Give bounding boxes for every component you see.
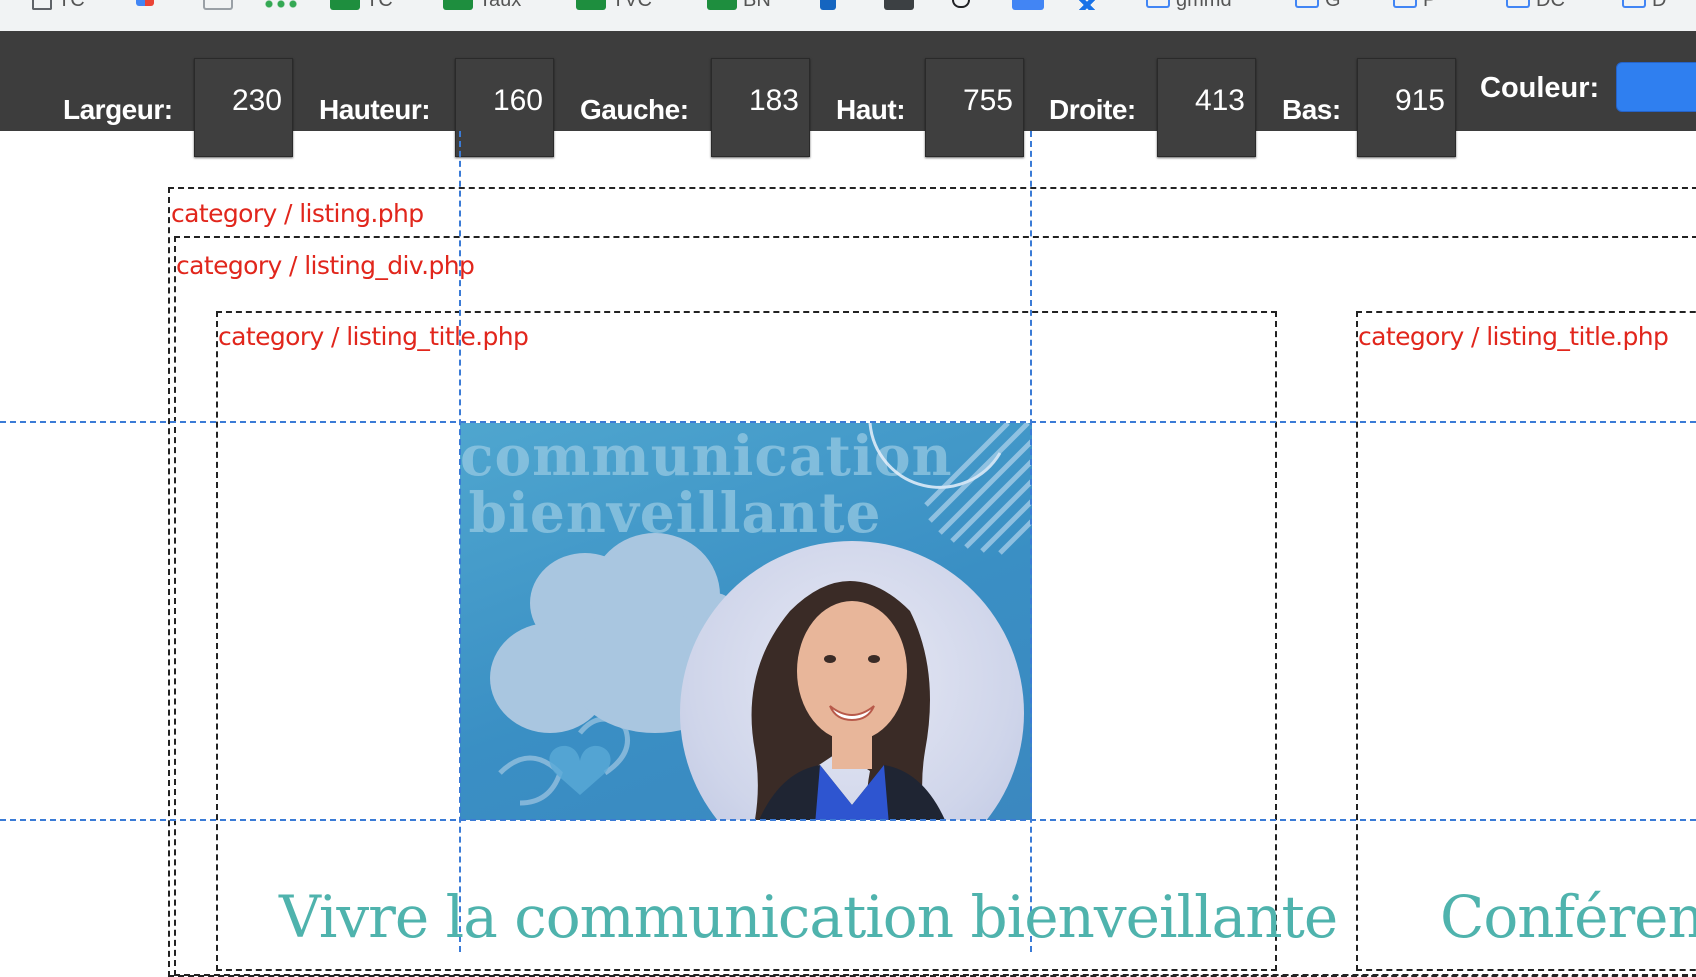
- guide-line-bottom: [0, 819, 1696, 821]
- bookmark-item[interactable]: [952, 0, 970, 10]
- guide-line-left: [459, 131, 461, 952]
- guide-line-top: [0, 421, 1696, 423]
- measure-toolbar: Largeur: 230 Hauteur: 160 Gauche: 183 Ha…: [0, 31, 1696, 157]
- heart-decoration: [549, 745, 611, 795]
- bookmark-item[interactable]: [265, 0, 297, 10]
- bookmark-label: G: [1325, 0, 1341, 10]
- featured-image[interactable]: communication bienveillante: [460, 423, 1032, 820]
- bookmark-label: TC: [366, 0, 393, 10]
- bookmark-item[interactable]: gmmd: [1146, 0, 1232, 10]
- bookmark-label: D: [1652, 0, 1666, 10]
- bookmarks-bar: TC TC Taux TVC BN gmmd: [0, 0, 1696, 32]
- left-label: Gauche:: [580, 94, 689, 125]
- bookmark-item[interactable]: [1012, 0, 1044, 10]
- bookmark-label: P: [1423, 0, 1436, 10]
- chart-icon: [136, 0, 154, 6]
- listing-debug-label: category / listing.php: [171, 199, 424, 228]
- folder-icon: [1393, 0, 1417, 8]
- top-label: Haut:: [836, 94, 906, 125]
- guide-line-right: [1030, 131, 1032, 952]
- bottom-field[interactable]: 915: [1357, 58, 1456, 157]
- sheets-icon: [330, 0, 360, 10]
- bookmark-label: TVC: [612, 0, 652, 10]
- folder-icon: [1622, 0, 1646, 8]
- bookmark-label: Taux: [479, 0, 521, 10]
- bookmark-item[interactable]: G: [1295, 0, 1341, 10]
- folder-icon: [1295, 0, 1319, 8]
- bookmark-page-icon: [32, 0, 52, 10]
- app-dark-icon: [884, 0, 914, 10]
- width-field[interactable]: 230: [194, 58, 293, 157]
- outlook-icon: [820, 0, 836, 10]
- bookmark-item[interactable]: P: [1393, 0, 1436, 10]
- right-field[interactable]: 413: [1157, 58, 1256, 157]
- network-icon: [265, 0, 297, 10]
- listing-title-outline-2: [1356, 311, 1696, 971]
- left-field[interactable]: 183: [711, 58, 810, 157]
- bookmark-item[interactable]: [884, 0, 914, 10]
- width-label: Largeur:: [63, 94, 173, 125]
- app-icon: [203, 0, 233, 10]
- bookmark-item[interactable]: TC: [330, 0, 393, 10]
- listing-title-1[interactable]: Vivre la communication bienveillante: [279, 882, 1338, 952]
- top-field[interactable]: 755: [925, 58, 1024, 157]
- bookmark-item[interactable]: BN: [707, 0, 771, 10]
- folder-icon: [1506, 0, 1530, 8]
- sheets-icon: [576, 0, 606, 10]
- speech-icon: [952, 0, 970, 8]
- image-icon: [1012, 0, 1044, 10]
- bookmark-item[interactable]: [1075, 0, 1099, 10]
- bookmark-item[interactable]: TVC: [576, 0, 652, 10]
- bookmark-label: DC: [1536, 0, 1565, 10]
- bookmark-item[interactable]: TC: [32, 0, 85, 10]
- arc-decoration: [868, 423, 1002, 489]
- bookmark-label: TC: [58, 0, 85, 10]
- height-field[interactable]: 160: [455, 58, 554, 157]
- sheets-icon: [443, 0, 473, 10]
- folder-icon: [1146, 0, 1170, 8]
- bookmark-item[interactable]: [820, 0, 836, 10]
- bookmark-label: BN: [743, 0, 771, 10]
- sheets-icon: [707, 0, 737, 10]
- height-label: Hauteur:: [319, 94, 431, 125]
- bookmark-item[interactable]: DC: [1506, 0, 1565, 10]
- color-label: Couleur:: [1480, 72, 1600, 104]
- bookmark-label: gmmd: [1176, 0, 1232, 10]
- bookmark-item[interactable]: [136, 0, 154, 10]
- right-label: Droite:: [1049, 94, 1136, 125]
- color-swatch[interactable]: [1616, 62, 1696, 112]
- stripes-decoration: [924, 423, 1032, 555]
- bookmark-item[interactable]: D: [1622, 0, 1666, 10]
- bookmark-item[interactable]: Taux: [443, 0, 521, 10]
- listing-title-2[interactable]: Conféren: [1440, 882, 1696, 952]
- bottom-label: Bas:: [1282, 94, 1341, 125]
- x-icon: [1075, 0, 1099, 10]
- listing-title-debug-label: category / listing_title.php: [218, 322, 529, 351]
- listing-title-debug-label-2: category / listing_title.php: [1358, 322, 1669, 351]
- bookmark-item[interactable]: [203, 0, 233, 10]
- listing-div-debug-label: category / listing_div.php: [176, 251, 475, 280]
